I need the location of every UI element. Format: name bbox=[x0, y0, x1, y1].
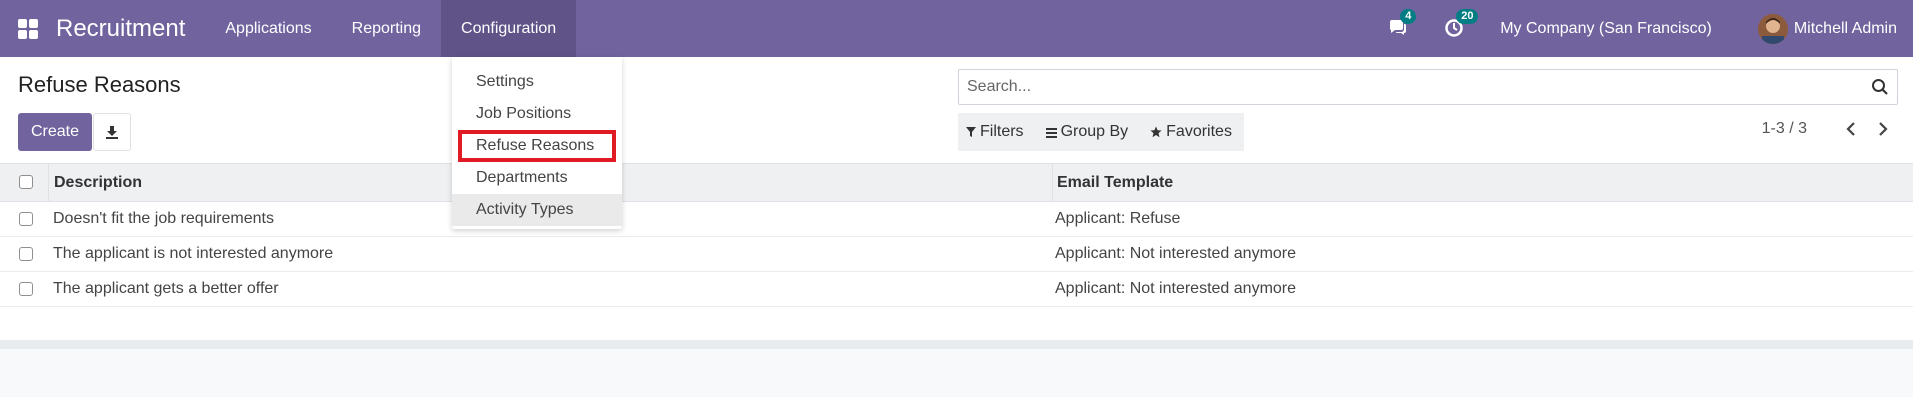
select-all-checkbox[interactable] bbox=[19, 175, 33, 189]
row-description: The applicant is not interested anymore bbox=[53, 245, 334, 262]
group-by-label: Group By bbox=[1060, 123, 1129, 140]
favorites-label: Favorites bbox=[1166, 123, 1232, 140]
table-row[interactable]: The applicant is not interested anymore … bbox=[0, 237, 1913, 272]
search-box bbox=[958, 69, 1898, 105]
list-footer-divider bbox=[0, 340, 1913, 349]
control-panel: Refuse Reasons Create Filters Group By F… bbox=[0, 57, 1913, 163]
activities-badge: 20 bbox=[1456, 8, 1479, 24]
create-button[interactable]: Create bbox=[18, 113, 92, 151]
app-grid-icon[interactable] bbox=[18, 18, 38, 39]
pager: 1-3 / 3 bbox=[1762, 119, 1893, 139]
chevron-left-icon bbox=[1846, 122, 1855, 136]
search-input[interactable] bbox=[959, 70, 1839, 104]
pager-value[interactable]: 1-3 / 3 bbox=[1762, 120, 1807, 138]
search-icon[interactable] bbox=[1871, 78, 1889, 96]
activities-button[interactable]: 20 bbox=[1444, 8, 1479, 40]
company-switcher[interactable]: My Company (San Francisco) bbox=[1500, 20, 1712, 38]
row-email-template: Applicant: Refuse bbox=[1055, 210, 1181, 227]
dropdown-item-departments[interactable]: Departments bbox=[452, 162, 622, 194]
menu-reporting[interactable]: Reporting bbox=[332, 0, 441, 57]
dropdown-item-activity-types[interactable]: Activity Types bbox=[452, 194, 622, 226]
search-options-bar: Filters Group By Favorites bbox=[958, 113, 1244, 151]
row-email-template: Applicant: Not interested anymore bbox=[1055, 245, 1297, 262]
app-brand[interactable]: Recruitment bbox=[56, 15, 185, 43]
row-description: Doesn't fit the job requirements bbox=[53, 210, 274, 227]
pager-previous-button[interactable] bbox=[1841, 119, 1861, 139]
chevron-right-icon bbox=[1879, 122, 1888, 136]
user-name: Mitchell Admin bbox=[1793, 19, 1897, 37]
configuration-dropdown: Settings Job Positions Refuse Reasons De… bbox=[452, 57, 622, 229]
row-checkbox[interactable] bbox=[19, 212, 33, 226]
messages-badge: 4 bbox=[1400, 8, 1417, 24]
top-navbar: Recruitment Applications Reporting Confi… bbox=[0, 0, 1913, 57]
page-title: Refuse Reasons bbox=[18, 72, 181, 97]
dropdown-item-settings[interactable]: Settings bbox=[452, 66, 622, 98]
menu-applications[interactable]: Applications bbox=[205, 0, 331, 57]
column-email-template[interactable]: Email Template bbox=[1052, 164, 1913, 201]
filters-button[interactable]: Filters bbox=[966, 123, 1024, 141]
table-row[interactable]: The applicant gets a better offer Applic… bbox=[0, 272, 1913, 307]
export-button[interactable] bbox=[93, 113, 131, 151]
row-checkbox[interactable] bbox=[19, 282, 33, 296]
table-header: Description Email Template bbox=[0, 163, 1913, 202]
filter-icon bbox=[966, 127, 976, 137]
favorites-button[interactable]: Favorites bbox=[1150, 123, 1232, 141]
row-email-template: Applicant: Not interested anymore bbox=[1055, 280, 1297, 297]
user-menu[interactable]: Mitchell Admin bbox=[1757, 13, 1897, 44]
row-description: The applicant gets a better offer bbox=[53, 280, 279, 297]
bars-icon bbox=[1045, 127, 1057, 138]
table-row[interactable]: Doesn't fit the job requirements Applica… bbox=[0, 202, 1913, 237]
pager-next-button[interactable] bbox=[1873, 119, 1893, 139]
menu-configuration[interactable]: Configuration bbox=[441, 0, 577, 57]
filters-label: Filters bbox=[980, 123, 1024, 140]
download-icon bbox=[106, 126, 118, 139]
star-icon bbox=[1150, 126, 1162, 138]
dropdown-item-job-positions[interactable]: Job Positions bbox=[452, 98, 622, 130]
row-checkbox[interactable] bbox=[19, 247, 33, 261]
messages-button[interactable]: 4 bbox=[1388, 8, 1417, 40]
list-view: Description Email Template Doesn't fit t… bbox=[0, 163, 1913, 340]
avatar bbox=[1757, 13, 1788, 44]
dropdown-item-refuse-reasons[interactable]: Refuse Reasons bbox=[458, 130, 616, 162]
group-by-button[interactable]: Group By bbox=[1045, 123, 1129, 141]
